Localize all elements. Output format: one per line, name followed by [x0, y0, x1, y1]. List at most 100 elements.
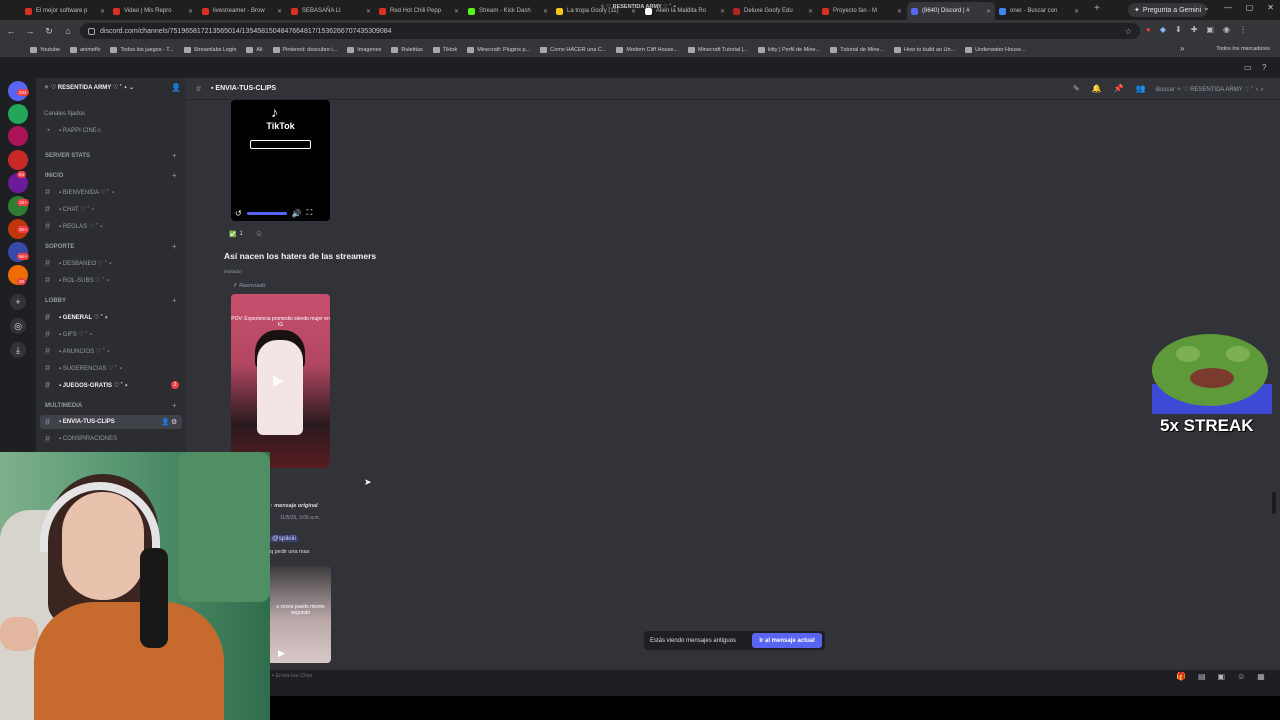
add-channel-icon[interactable]: +	[172, 242, 177, 251]
browser-tab[interactable]: SEBASAÑA LI ✕	[287, 2, 375, 20]
server-icon[interactable]	[8, 104, 28, 124]
discover-icon[interactable]: ◎	[10, 318, 26, 334]
channel-item[interactable]: # ▪ CONSPIRACIONES	[45, 434, 117, 444]
browser-tab[interactable]: Video | Mis Repro ✕	[109, 2, 197, 20]
add-channel-icon[interactable]: +	[172, 296, 177, 305]
browser-tab[interactable]: El mejor software p ✕	[21, 2, 109, 20]
channel-item[interactable]: # ▪ ROL-SUBS ♡ ˚ ⋆	[45, 275, 110, 285]
jump-to-present-button[interactable]: Ir al mensaje actual	[752, 633, 822, 648]
tab-close-icon[interactable]: ✕	[540, 8, 548, 15]
bookmark-item[interactable]: Streamlabs Login	[183, 46, 236, 53]
browser-tab[interactable]: Stream - Kick Dash ✕	[464, 2, 552, 20]
channel-category[interactable]: SERVER STATS	[45, 153, 90, 159]
channel-item[interactable]: # ▪ DESBANEO ♡ ˚ ⋆	[45, 258, 112, 268]
maximize-icon[interactable]: ▢	[1246, 3, 1254, 12]
channel-item[interactable]: # ▪ JUEGOS-GRATIS ♡ ˚ ⋆	[45, 380, 128, 390]
tab-close-icon[interactable]: ✕	[894, 8, 902, 15]
add-reaction-icon[interactable]: ☺	[255, 229, 263, 238]
bookmark-item[interactable]: Tutorial de Mine...	[830, 46, 884, 53]
browser-tab[interactable]: (8640) Discord | # ✕	[907, 2, 995, 20]
emoji-icon[interactable]: ☺	[1237, 672, 1245, 681]
tab-close-icon[interactable]: ✕	[717, 8, 725, 15]
tab-close-icon[interactable]: ✕	[983, 8, 991, 15]
gear-icon[interactable]: ⚙	[171, 418, 177, 426]
bookmark-item[interactable]: kitty | Perfil de Mine...	[757, 46, 820, 53]
close-icon[interactable]: ✕	[1267, 3, 1274, 12]
pin-icon[interactable]: 📌	[1114, 84, 1124, 93]
more-bookmarks-icon[interactable]: »	[1180, 44, 1184, 53]
profile-avatar[interactable]: ◉	[1223, 25, 1230, 34]
original-message-link[interactable]: ↑ mensaje original	[270, 503, 318, 509]
forwarded-video-embed[interactable]: POV: Experiencia promedio siendo mujer e…	[231, 294, 330, 468]
apps-icon[interactable]: ▦	[1257, 672, 1265, 681]
user-mention[interactable]: @spikiiii	[270, 535, 298, 542]
add-member-icon[interactable]: 👤	[171, 83, 181, 92]
bookmark-item[interactable]: Minecraft Tutorial |...	[687, 46, 748, 53]
bookmark-item[interactable]: Underwater House...	[965, 46, 1026, 53]
gift-icon[interactable]: 🎁	[1176, 672, 1186, 681]
puzzle-icon[interactable]: ✚	[1191, 25, 1198, 34]
replay-icon[interactable]: ↺	[235, 209, 242, 218]
channel-category[interactable]: SOPORTE	[45, 244, 74, 250]
tab-close-icon[interactable]: ✕	[805, 8, 813, 15]
bookmark-item[interactable]: How to build an Un...	[894, 46, 955, 53]
extension-icon[interactable]: ●	[1146, 25, 1151, 34]
server-name-header[interactable]: ✧ ♡ RESENTIDA ARMY ♡ ˚ ⋆ ⌄	[44, 84, 134, 91]
bookmark-item[interactable]: animeflv	[70, 46, 100, 53]
message-composer[interactable]: ▪ Envia-tus-Clips	[272, 673, 312, 679]
members-icon[interactable]: 👥	[1136, 84, 1146, 93]
site-info-icon[interactable]	[88, 27, 95, 35]
tab-close-icon[interactable]: ✕	[1071, 8, 1079, 15]
invite-icon[interactable]: 👤	[161, 418, 170, 426]
channel-item[interactable]: # ▪ BIENVENIDA ♡ ˚ ⋆	[45, 187, 115, 197]
reply-video-embed[interactable]: a veces puedo mismo segundo ▶	[270, 566, 331, 663]
bookmark-item[interactable]: Todos los juegos - T...	[110, 46, 174, 53]
channel-item[interactable]: # ▪ REGLAS ♡ ˚ ⋆	[45, 221, 103, 231]
add-channel-icon[interactable]: +	[172, 401, 177, 410]
tab-close-icon[interactable]: ✕	[274, 8, 282, 15]
server-icon[interactable]	[8, 126, 28, 146]
bookmark-item[interactable]: Pinterest: descubre i...	[272, 46, 337, 53]
play-icon[interactable]: ▶	[278, 648, 285, 659]
channel-category[interactable]: LOBBY	[45, 298, 66, 304]
forward-icon[interactable]: →	[22, 26, 38, 36]
bookmark-item[interactable]: Youtube	[30, 46, 60, 53]
channel-item[interactable]: # ▪ GIFS ♡ ˚ ⋆	[45, 329, 93, 339]
channel-category[interactable]: MULTIMEDIA	[45, 403, 82, 409]
menu-dots-icon[interactable]: ⋮	[1239, 25, 1247, 34]
bookmark-star-icon[interactable]: ☆	[1125, 27, 1132, 36]
video-progress-bar[interactable]	[246, 211, 287, 215]
browser-tab[interactable]: livestreamer - Brow ✕	[198, 2, 286, 20]
gif-icon[interactable]: ▤	[1198, 672, 1206, 681]
channel-item[interactable]: # ▪ ANUNCIOS ♡ ˚ ⋆	[45, 346, 110, 356]
channel-item[interactable]: # ▪ ENVIA-TUS-CLIPS	[45, 417, 115, 427]
extension-icon[interactable]: ◆	[1160, 25, 1166, 34]
channel-item[interactable]: # ▪ GENERAL ♡ ˚ ⋆	[45, 312, 108, 322]
add-channel-icon[interactable]: +	[172, 151, 177, 160]
tab-close-icon[interactable]: ✕	[451, 8, 459, 15]
minimize-icon[interactable]: —	[1224, 3, 1232, 12]
play-icon[interactable]: ▶	[273, 372, 284, 389]
sidepanel-icon[interactable]: ▣	[1206, 25, 1214, 34]
browser-tab[interactable]: oner - Buscar con ✕	[995, 2, 1083, 20]
reload-icon[interactable]: ↻	[41, 26, 57, 37]
tab-close-icon[interactable]: ✕	[363, 8, 371, 15]
volume-icon[interactable]: 🔊	[292, 209, 302, 218]
tiktok-video-embed[interactable]: ♪ TikTok ↺ 🔊 ⛶	[231, 100, 330, 221]
reaction-check[interactable]: ✅ 1	[225, 228, 247, 240]
channel-item[interactable]: # ▪ SUGERENCIAS ♡ ˚ ⋆	[45, 363, 123, 373]
server-icon[interactable]	[8, 150, 28, 170]
url-input[interactable]: discord.com/channels/751965817213565014/…	[80, 23, 1140, 39]
bookmark-item[interactable]: Tiktok	[432, 46, 457, 53]
pinned-channel[interactable]: ◔ ▪ RAPPI CINE✩	[45, 125, 102, 135]
browser-tab[interactable]: Proyecto fan - M ✕	[818, 2, 906, 20]
fullscreen-icon[interactable]: ⛶	[307, 208, 313, 218]
gemini-button[interactable]: ✦ Pregunta a Gemini	[1128, 3, 1208, 17]
browser-tab[interactable]: Red Hot Chili Pepp ✕	[375, 2, 463, 20]
bookmark-item[interactable]: Imagenes	[347, 46, 381, 53]
bookmark-item[interactable]: Ruletitas	[391, 46, 423, 53]
chevron-down-icon[interactable]: ⌄	[1203, 3, 1210, 12]
channel-category[interactable]: INICIO	[45, 173, 63, 179]
tab-close-icon[interactable]: ✕	[185, 8, 193, 15]
bell-icon[interactable]: 🔔	[1092, 84, 1102, 93]
